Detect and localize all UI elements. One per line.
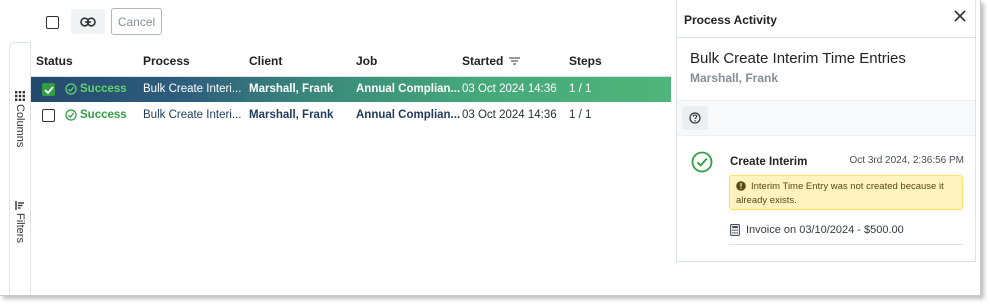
entry-subtitle: Marshall, Frank bbox=[690, 71, 779, 85]
filter-icon bbox=[15, 201, 24, 210]
filters-label: Filters bbox=[14, 213, 26, 243]
cancel-button[interactable]: Cancel bbox=[111, 8, 162, 35]
process-cell: Bulk Create Interi... bbox=[143, 83, 242, 95]
activity-success-icon bbox=[691, 151, 713, 176]
side-rail: Columns Filters bbox=[9, 42, 31, 295]
column-header-started[interactable]: Started bbox=[462, 54, 521, 68]
job-cell: Annual Complian... bbox=[356, 109, 461, 121]
process-activity-panel: Process Activity Bulk Create Interim Tim… bbox=[676, 0, 976, 262]
table-row[interactable]: Success Bulk Create Interi... Marshall, … bbox=[31, 103, 671, 128]
panel-header: Process Activity bbox=[677, 0, 975, 38]
warning-icon bbox=[736, 181, 746, 191]
help-button[interactable] bbox=[682, 106, 708, 130]
grid-header: Status Process Client Job Started Steps bbox=[31, 42, 671, 77]
process-cell: Bulk Create Interi... bbox=[143, 109, 242, 121]
process-grid: Status Process Client Job Started Steps bbox=[30, 42, 671, 295]
column-header-label: Job bbox=[356, 54, 378, 68]
status-text: Success bbox=[80, 83, 127, 95]
app-window: Cancel Columns Filters Status Process Cl… bbox=[0, 0, 981, 296]
row-checkbox[interactable] bbox=[42, 109, 55, 122]
column-header-job[interactable]: Job bbox=[356, 54, 377, 68]
status-badge: Success bbox=[65, 83, 127, 95]
link-icon bbox=[80, 16, 96, 27]
check-icon bbox=[43, 85, 54, 94]
help-bar bbox=[677, 100, 975, 136]
link-button[interactable] bbox=[71, 9, 105, 34]
close-button[interactable] bbox=[953, 9, 967, 26]
steps-cell: 1 / 1 bbox=[569, 83, 592, 95]
row-checkbox[interactable] bbox=[42, 83, 55, 96]
close-icon bbox=[954, 10, 966, 22]
calculator-icon bbox=[730, 224, 740, 236]
column-header-label: Status bbox=[36, 54, 73, 68]
status-badge: Success bbox=[65, 109, 127, 121]
entry-title: Bulk Create Interim Time Entries bbox=[690, 50, 906, 67]
job-cell: Annual Complian... bbox=[356, 83, 461, 95]
activity-timestamp: Oct 3rd 2024, 2:36:56 PM bbox=[849, 155, 964, 166]
status-text: Success bbox=[80, 109, 127, 121]
table-row[interactable]: Success Bulk Create Interi... Marshall, … bbox=[31, 77, 671, 102]
sort-icon[interactable] bbox=[509, 57, 521, 65]
invoice-line: Invoice on 03/10/2024 - $500.00 bbox=[730, 224, 904, 236]
started-cell: 03 Oct 2024 14:36 bbox=[462, 109, 557, 121]
column-header-client[interactable]: Client bbox=[249, 54, 282, 68]
column-header-status[interactable]: Status bbox=[36, 54, 73, 68]
columns-label: Columns bbox=[14, 104, 26, 148]
column-header-steps[interactable]: Steps bbox=[569, 54, 602, 68]
column-header-label: Started bbox=[462, 54, 504, 68]
column-header-label: Steps bbox=[569, 54, 602, 68]
columns-tool-button[interactable]: Columns bbox=[10, 91, 30, 147]
select-all-checkbox[interactable] bbox=[46, 16, 59, 29]
filters-tool-button[interactable]: Filters bbox=[10, 201, 30, 243]
success-check-icon bbox=[65, 109, 77, 121]
success-check-icon bbox=[65, 83, 77, 95]
activity-title: Create Interim bbox=[730, 156, 808, 168]
client-cell: Marshall, Frank bbox=[249, 109, 334, 121]
warning-text: Interim Time Entry was not created becau… bbox=[736, 181, 944, 206]
steps-cell: 1 / 1 bbox=[569, 109, 592, 121]
divider bbox=[729, 244, 963, 245]
column-header-label: Process bbox=[143, 54, 190, 68]
invoice-text: Invoice on 03/10/2024 - $500.00 bbox=[746, 224, 904, 236]
question-icon bbox=[689, 112, 701, 124]
grid-icon bbox=[15, 91, 25, 101]
started-cell: 03 Oct 2024 14:36 bbox=[462, 83, 557, 95]
panel-title: Process Activity bbox=[684, 13, 777, 27]
column-header-process[interactable]: Process bbox=[143, 54, 190, 68]
column-header-label: Client bbox=[249, 54, 283, 68]
client-cell: Marshall, Frank bbox=[249, 83, 334, 95]
warning-message: Interim Time Entry was not created becau… bbox=[729, 175, 963, 210]
